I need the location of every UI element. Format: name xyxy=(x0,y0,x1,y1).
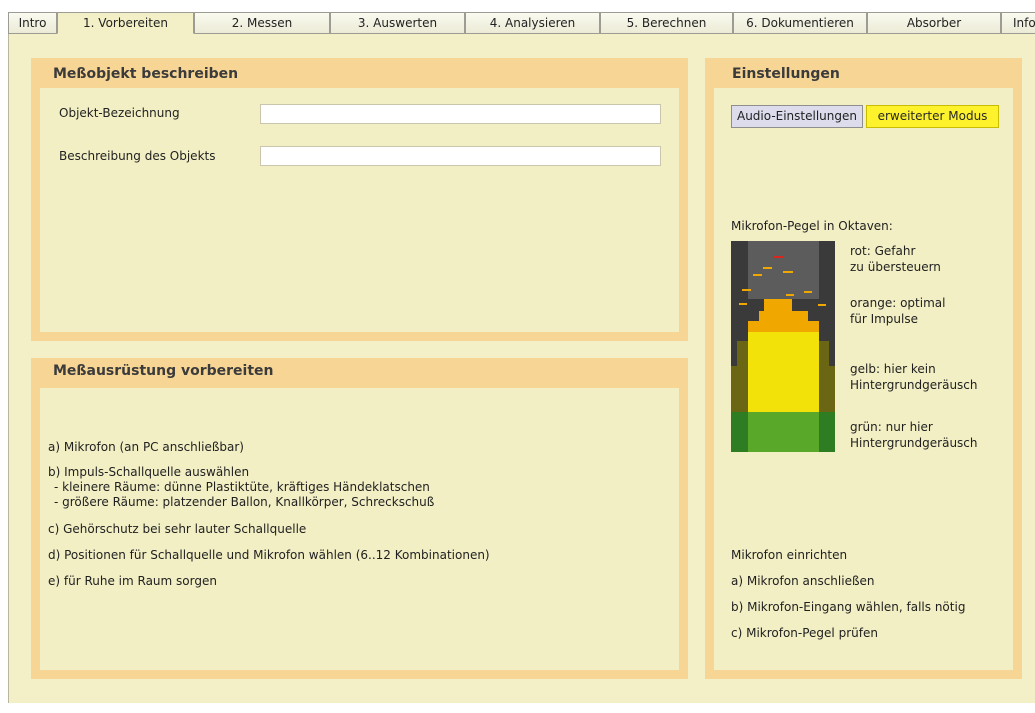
meter-peak xyxy=(783,271,793,273)
legend-red: rot: Gefahr xyxy=(850,244,916,258)
meter-bar xyxy=(737,341,748,366)
legend-yellow: Hintergrundgeräusch xyxy=(850,378,978,392)
object-panel-body xyxy=(40,88,679,332)
equipment-panel-title: Meßausrüstung vorbereiten xyxy=(53,363,274,379)
meter-bar xyxy=(819,341,829,366)
extended-mode-button[interactable]: erweiterter Modus xyxy=(866,105,999,128)
meter-peak xyxy=(786,294,794,296)
setup-title: Mikrofon einrichten xyxy=(731,548,848,562)
meter-peak xyxy=(763,267,772,269)
settings-panel-title: Einstellungen xyxy=(732,66,840,82)
setup-step: a) Mikrofon anschließen xyxy=(731,574,875,588)
object-description-label: Beschreibung des Objekts xyxy=(59,149,216,163)
object-description-field[interactable] xyxy=(260,146,661,166)
legend-orange: orange: optimal xyxy=(850,296,946,310)
object-name-label: Objekt-Bezeichnung xyxy=(59,106,180,120)
object-panel-title: Meßobjekt beschreiben xyxy=(53,66,239,82)
meter-bar xyxy=(819,366,835,412)
meter-peak xyxy=(753,274,762,276)
meter-title: Mikrofon-Pegel in Oktaven: xyxy=(731,219,893,233)
meter-peak xyxy=(742,289,751,291)
setup-step: b) Mikrofon-Eingang wählen, falls nötig xyxy=(731,600,966,614)
audio-settings-button[interactable]: Audio-Einstellungen xyxy=(731,105,863,128)
equipment-panel: Meßausrüstung vorbereiten xyxy=(31,358,688,679)
equipment-subitem: - kleinere Räume: dünne Plastiktüte, krä… xyxy=(54,480,430,494)
meter-green-center xyxy=(748,412,819,452)
tab-messen[interactable]: 2. Messen xyxy=(194,12,330,34)
tab-berechnen[interactable]: 5. Berechnen xyxy=(600,12,733,34)
meter-bar xyxy=(731,366,748,412)
meter-peak xyxy=(818,304,826,306)
legend-green: Hintergrundgeräusch xyxy=(850,436,978,450)
tab-absorber[interactable]: Absorber xyxy=(867,12,1001,34)
tab-intro[interactable]: Intro xyxy=(8,12,57,34)
meter-peak-red xyxy=(774,256,784,258)
meter-orange-band xyxy=(759,311,808,321)
tab-vorbereiten[interactable]: 1. Vorbereiten xyxy=(57,12,194,34)
equipment-item: c) Gehörschutz bei sehr lauter Schallque… xyxy=(48,522,307,536)
meter-orange-band xyxy=(764,299,792,311)
canvas-bottom-margin xyxy=(8,703,1035,713)
equipment-item: b) Impuls-Schallquelle auswählen xyxy=(48,465,250,479)
legend-orange: für Impulse xyxy=(850,312,918,326)
equipment-item: d) Positionen für Schallquelle und Mikro… xyxy=(48,548,490,562)
tab-dokumentieren[interactable]: 6. Dokumentieren xyxy=(733,12,867,34)
meter-peak xyxy=(804,291,812,293)
tab-info[interactable]: Info xyxy=(1001,12,1035,34)
object-name-field[interactable] xyxy=(260,104,661,124)
equipment-item: a) Mikrofon (an PC anschließbar) xyxy=(48,440,244,454)
setup-step: c) Mikrofon-Pegel prüfen xyxy=(731,626,878,640)
meter-orange-band xyxy=(748,321,819,332)
object-panel: Meßobjekt beschreiben xyxy=(31,58,688,341)
equipment-subitem: - größere Räume: platzender Ballon, Knal… xyxy=(54,495,435,509)
tab-bar: Intro 1. Vorbereiten 2. Messen 3. Auswer… xyxy=(0,0,1035,35)
legend-green: grün: nur hier xyxy=(850,420,933,434)
meter-peak xyxy=(739,303,747,305)
tab-analysieren[interactable]: 4. Analysieren xyxy=(465,12,600,34)
mic-level-meter xyxy=(731,241,835,452)
equipment-item: e) für Ruhe im Raum sorgen xyxy=(48,574,217,588)
meter-yellow-band xyxy=(748,332,819,412)
legend-yellow: gelb: hier kein xyxy=(850,362,936,376)
tab-auswerten[interactable]: 3. Auswerten xyxy=(330,12,465,34)
legend-red: zu übersteuern xyxy=(850,260,941,274)
